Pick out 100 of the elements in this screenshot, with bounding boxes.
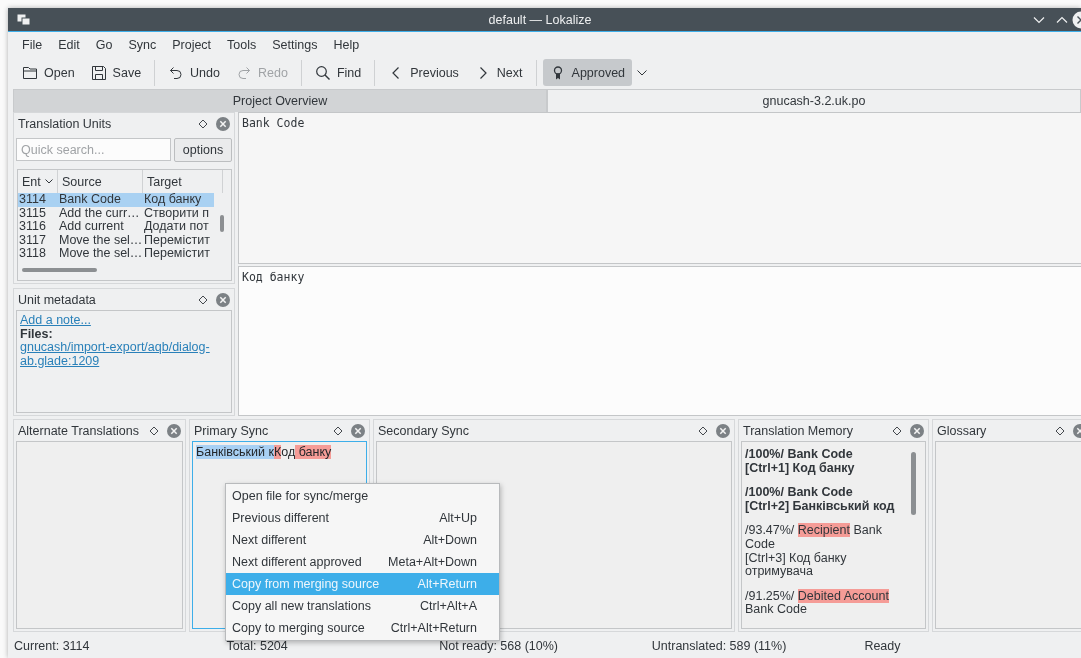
memory-source: /100%/ Bank Code bbox=[745, 448, 854, 462]
table-cell-text: Перемістит bbox=[143, 233, 211, 248]
table-cell-text: Додати пот bbox=[143, 220, 210, 234]
previous-button[interactable]: Previous bbox=[381, 59, 466, 86]
dock-title: Unit metadata bbox=[18, 292, 97, 307]
memory-source: /91.25%/ Debited Account Bank Code bbox=[745, 589, 890, 617]
table-cell: Move the sel… bbox=[58, 233, 143, 248]
add-note-link[interactable]: Add a note... bbox=[20, 314, 91, 328]
tab[interactable]: gnucash-3.2.uk.po bbox=[547, 89, 1081, 112]
memory-entry[interactable]: /93.47%/ Recipient Bank Code [Ctrl+3] Код банку отримувача bbox=[742, 524, 925, 579]
menu-item[interactable]: File bbox=[14, 34, 51, 55]
memory-entry[interactable]: /91.25%/ Debited Account Bank Code bbox=[742, 589, 925, 617]
window-title: default — Lokalize bbox=[487, 12, 593, 27]
menu-item[interactable]: Settings bbox=[264, 34, 326, 55]
folder-icon bbox=[22, 64, 38, 81]
menu-item[interactable]: Tools bbox=[219, 34, 265, 55]
open-button[interactable]: Open bbox=[15, 59, 82, 86]
menu-item[interactable]: Help bbox=[325, 34, 368, 55]
float-icon[interactable] bbox=[892, 425, 902, 436]
options-button[interactable]: options bbox=[174, 138, 232, 162]
undo-icon bbox=[168, 64, 185, 81]
close-icon[interactable] bbox=[216, 292, 230, 307]
close-icon[interactable] bbox=[716, 423, 730, 438]
maximize-icon[interactable] bbox=[1056, 15, 1068, 24]
table-row[interactable]: 3115 Add the curr… Створити п bbox=[18, 206, 214, 221]
save-button[interactable]: Save bbox=[83, 59, 149, 86]
status-text: Not ready: 568 (10%) bbox=[439, 639, 558, 653]
dropdown-caret-icon[interactable] bbox=[637, 69, 648, 76]
dock-title: Secondary Sync bbox=[378, 423, 471, 438]
memory-target: [Ctrl+3] Код банку отримувача bbox=[745, 551, 848, 579]
shortcut-label: Ctrl+Alt+A bbox=[420, 599, 477, 613]
scrollbar-thumb[interactable] bbox=[22, 268, 97, 272]
undo-button[interactable]: Undo bbox=[161, 59, 227, 86]
scrollbar-thumb[interactable] bbox=[220, 215, 224, 232]
close-icon[interactable] bbox=[167, 423, 181, 438]
menu-item[interactable]: Copy all new translations Ctrl+Alt+A bbox=[226, 595, 499, 617]
status-text: Untranslated: 589 (11%) bbox=[651, 639, 787, 653]
close-icon[interactable] bbox=[216, 116, 230, 131]
close-icon[interactable] bbox=[351, 423, 365, 438]
dock-title: Primary Sync bbox=[194, 423, 270, 438]
shortcut-label: Alt+Return bbox=[417, 577, 477, 591]
search-icon bbox=[314, 64, 331, 81]
shortcut-label: Ctrl+Alt+Return bbox=[390, 621, 477, 635]
float-icon[interactable] bbox=[698, 425, 708, 436]
table-cell: Move the sel… bbox=[58, 247, 143, 261]
memory-target: [Ctrl+1] Код банку bbox=[745, 461, 856, 476]
memory-entry[interactable]: /100%/ Bank Code [Ctrl+1] Код банку bbox=[742, 448, 925, 476]
menu-item[interactable]: Project bbox=[164, 34, 220, 55]
menu-item[interactable]: Go bbox=[87, 34, 121, 55]
status-text: Current: 3114 bbox=[14, 639, 90, 653]
float-icon[interactable] bbox=[333, 425, 343, 436]
float-icon[interactable] bbox=[149, 425, 159, 436]
shortcut-label: Meta+Alt+Down bbox=[388, 555, 477, 569]
menu-item[interactable]: Next different approved Meta+Alt+Down bbox=[226, 551, 499, 573]
table-cell-text: Add the curr… bbox=[58, 206, 141, 221]
next-button[interactable]: Next bbox=[467, 59, 530, 86]
status-text: Ready bbox=[864, 639, 901, 653]
close-icon[interactable] bbox=[910, 423, 924, 438]
scrollbar-thumb[interactable] bbox=[911, 452, 916, 515]
translation-text[interactable]: Код банку bbox=[242, 270, 305, 284]
float-icon[interactable] bbox=[198, 294, 208, 305]
dock-title: Translation Units bbox=[18, 116, 113, 131]
search-field[interactable]: Quick search... bbox=[16, 138, 171, 161]
menu-item[interactable]: Next different Alt+Down bbox=[226, 529, 499, 551]
table-row[interactable]: 3118 Move the sel…Перемістит bbox=[18, 247, 214, 261]
menu-item[interactable]: Open file for sync/merge bbox=[226, 485, 499, 507]
dock-title: Glossary bbox=[937, 423, 988, 438]
table-cell-text: Перемістит bbox=[143, 247, 211, 261]
float-icon[interactable] bbox=[198, 118, 208, 129]
minimize-icon[interactable] bbox=[1033, 15, 1045, 24]
status-text: Total: 5204 bbox=[226, 639, 288, 653]
menu-item[interactable]: Sync bbox=[120, 34, 165, 55]
shortcut-label: Alt+Up bbox=[439, 511, 477, 525]
dock-title: Alternate Translations bbox=[18, 423, 140, 438]
tab[interactable]: Project Overview bbox=[13, 89, 547, 112]
table-cell-text: Створити п bbox=[143, 206, 211, 221]
menu-item[interactable]: Copy to merging source Ctrl+Alt+Return bbox=[226, 617, 499, 639]
table-cell-text: 3115 bbox=[18, 206, 47, 221]
table-cell-text: 3116 bbox=[18, 220, 47, 234]
table-row[interactable]: 3117 Move the sel…Перемістит bbox=[18, 233, 214, 248]
table-cell-text: Add current bbox=[58, 220, 125, 234]
table-row[interactable]: 3114 Bank Code Код банку bbox=[18, 193, 214, 207]
source-text[interactable]: Bank Code bbox=[242, 116, 305, 130]
shortcut-label: Alt+Down bbox=[423, 533, 477, 547]
approved-button[interactable]: Approved bbox=[542, 59, 633, 86]
file-link[interactable]: gnucash/import-export/aqb/dialog-ab.glade:1209 bbox=[20, 341, 220, 368]
float-icon[interactable] bbox=[1055, 425, 1065, 436]
sync-text: Банківський кКод банку bbox=[196, 446, 332, 460]
table-cell-text: 3114 bbox=[18, 193, 47, 207]
dock-title: Translation Memory bbox=[743, 423, 854, 438]
memory-source: /100%/ Bank Code bbox=[745, 486, 854, 500]
menu-item[interactable]: Edit bbox=[50, 34, 88, 55]
table-cell-text: 3117 bbox=[18, 233, 47, 248]
files-label: Files: bbox=[20, 327, 53, 341]
find-button[interactable]: Find bbox=[307, 59, 369, 86]
memory-entry[interactable]: /100%/ Bank Code [Ctrl+2] Банківський код bbox=[742, 486, 925, 514]
menu-item[interactable]: Previous different Alt+Up bbox=[226, 507, 499, 529]
table-row[interactable]: 3116 Add current Додати пот bbox=[18, 220, 214, 234]
memory-source: /93.47%/ Recipient Bank Code bbox=[745, 524, 883, 552]
memory-target: [Ctrl+2] Банківський код bbox=[745, 499, 896, 514]
